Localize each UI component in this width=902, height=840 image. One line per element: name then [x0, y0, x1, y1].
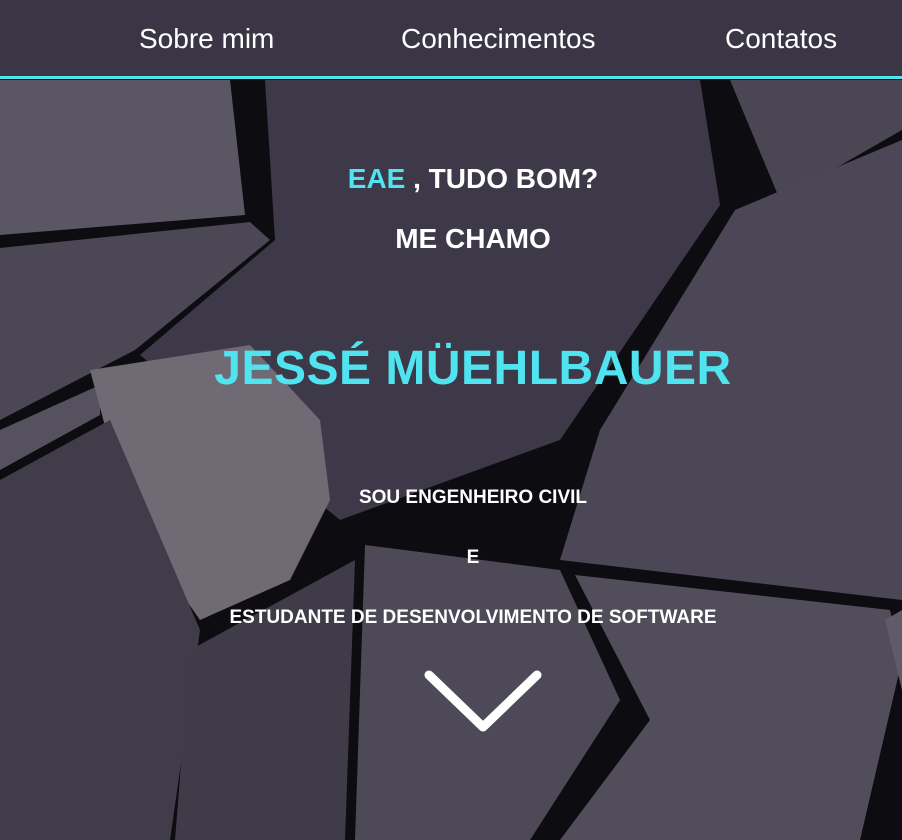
greeting-accent: EAE [347, 163, 406, 194]
greeting-rest: , TUDO BOM? [405, 163, 599, 194]
nav-link-conhecimentos[interactable]: Conhecimentos [401, 22, 596, 56]
conjunction-line: E [466, 547, 480, 568]
greeting-heading: EAE , TUDO BOM? [0, 162, 902, 196]
study-line: ESTUDANTE DE DESENVOLVIMENTO DE SOFTWARE [229, 607, 717, 628]
nav-link-contatos[interactable]: Contatos [725, 22, 837, 56]
name-heading: JESSÉ MÜEHLBAUER [214, 342, 732, 395]
nav-link-sobre-mim[interactable]: Sobre mim [139, 22, 274, 56]
intro-text: ME CHAMO [395, 223, 551, 254]
chevron-down-icon[interactable] [421, 667, 545, 737]
top-navbar: Sobre mim Conhecimentos Contatos [0, 0, 902, 79]
page: Sobre mim Conhecimentos Contatos EAE , T… [0, 0, 902, 840]
hero-section: EAE , TUDO BOM? ME CHAMO JESSÉ MÜEHLBAUE… [0, 79, 902, 840]
profession-line: SOU ENGENHEIRO CIVIL [358, 487, 588, 508]
